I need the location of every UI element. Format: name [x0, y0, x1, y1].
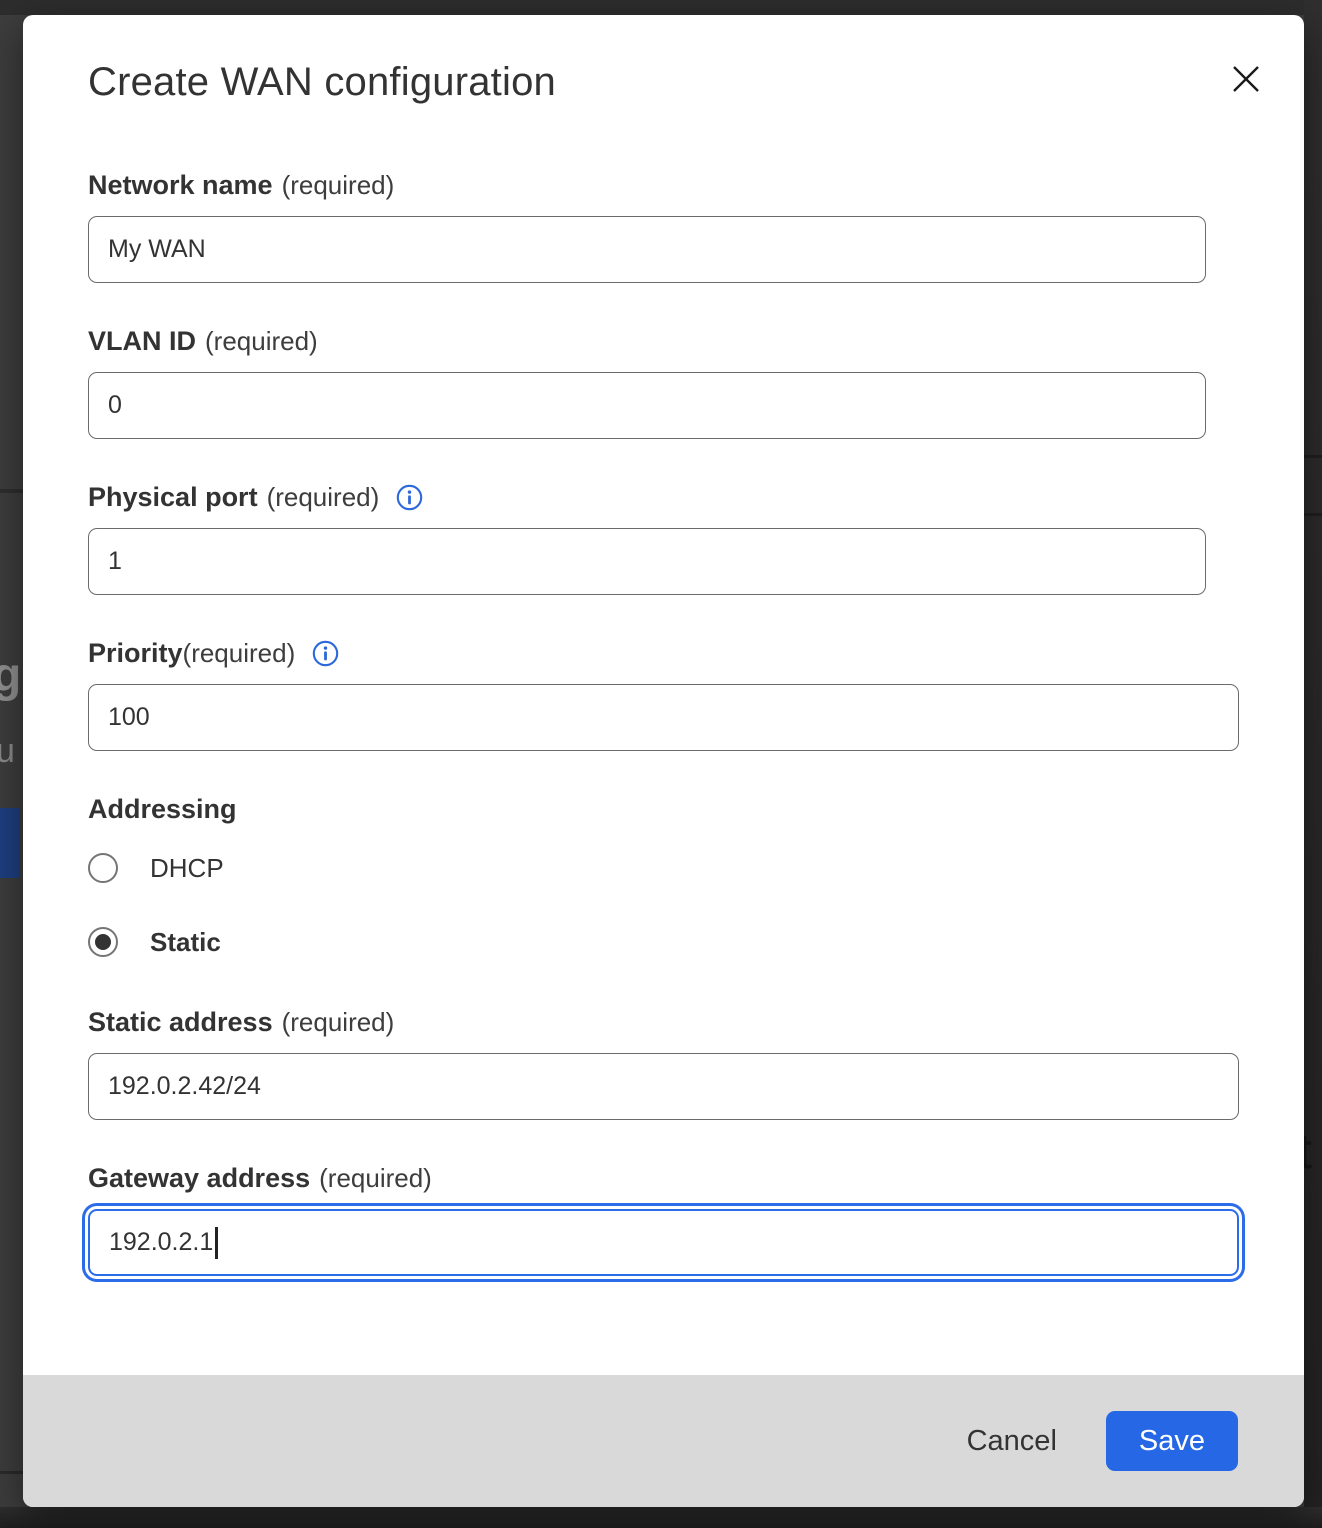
required-hint: (required)	[183, 638, 296, 669]
required-hint: (required)	[282, 170, 395, 201]
required-hint: (required)	[282, 1007, 395, 1038]
dimmed-page-right	[1304, 0, 1322, 1528]
create-wan-configuration-dialog: Create WAN configuration Network name (r…	[23, 15, 1304, 1507]
priority-label: Priority	[88, 638, 183, 669]
addressing-option-static[interactable]: Static	[88, 927, 1304, 957]
physical-port-label: Physical port	[88, 482, 258, 513]
static-address-label: Static address	[88, 1007, 273, 1038]
cancel-button[interactable]: Cancel	[967, 1425, 1057, 1458]
gateway-address-field: Gateway address (required) 192.0.2.1	[88, 1163, 1304, 1276]
close-icon[interactable]	[1224, 57, 1268, 101]
dhcp-option-label: DHCP	[150, 853, 224, 884]
vlan-id-input[interactable]	[88, 372, 1206, 439]
dimmed-background-divider	[1304, 513, 1322, 516]
dimmed-background-button-fragment	[0, 808, 19, 878]
dimmed-background-fragment: u	[0, 732, 22, 772]
static-option-label: Static	[150, 927, 221, 958]
gateway-address-value: 192.0.2.1	[109, 1228, 213, 1257]
network-name-input[interactable]	[88, 216, 1206, 283]
dimmed-background-divider	[0, 1471, 23, 1474]
required-hint: (required)	[267, 482, 380, 513]
dimmed-page-top	[0, 0, 1322, 15]
vlan-id-field: VLAN ID (required)	[88, 326, 1304, 439]
network-name-label: Network name	[88, 170, 273, 201]
dialog-footer: Cancel Save	[23, 1375, 1304, 1507]
static-address-input[interactable]	[88, 1053, 1239, 1120]
close-x-glyph	[1231, 64, 1261, 94]
physical-port-info-icon[interactable]	[396, 484, 423, 511]
dimmed-background-fragment: g	[0, 648, 22, 710]
priority-field: Priority (required)	[88, 638, 1304, 751]
save-button[interactable]: Save	[1106, 1411, 1238, 1471]
addressing-option-dhcp[interactable]: DHCP	[88, 853, 1304, 883]
addressing-section-label: Addressing	[88, 794, 1304, 824]
gateway-address-label: Gateway address	[88, 1163, 310, 1194]
priority-input[interactable]	[88, 684, 1239, 751]
physical-port-input[interactable]	[88, 528, 1206, 595]
radio-selected-icon[interactable]	[88, 927, 118, 957]
static-address-field: Static address (required)	[88, 1007, 1304, 1120]
network-name-field: Network name (required)	[88, 170, 1304, 283]
dialog-title: Create WAN configuration	[88, 58, 1304, 106]
dimmed-background-divider	[1304, 455, 1322, 458]
radio-unselected-icon[interactable]	[88, 853, 118, 883]
priority-info-icon[interactable]	[312, 640, 339, 667]
dimmed-page-bottom	[0, 1507, 1322, 1528]
required-hint: (required)	[205, 326, 318, 357]
dimmed-background-divider	[0, 489, 23, 493]
text-cursor	[215, 1227, 218, 1259]
required-hint: (required)	[319, 1163, 432, 1194]
physical-port-field: Physical port (required)	[88, 482, 1304, 595]
gateway-address-input[interactable]: 192.0.2.1	[88, 1209, 1239, 1276]
vlan-id-label: VLAN ID	[88, 326, 196, 357]
